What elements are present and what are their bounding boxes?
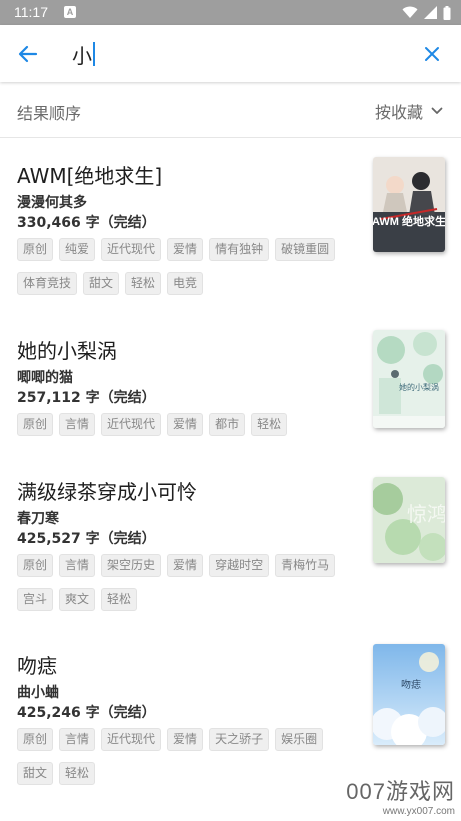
tag[interactable]: 纯爱 — [59, 238, 96, 261]
tag[interactable]: 爱情 — [167, 554, 204, 577]
tag[interactable]: 甜文 — [83, 272, 120, 295]
book-author: 春刀寒 — [17, 511, 59, 527]
tag[interactable]: 宫斗 — [17, 588, 54, 611]
tag[interactable]: 娱乐圈 — [275, 728, 324, 751]
book-title: 吻痣 — [17, 654, 57, 678]
status-bar: 11:17 A — [0, 0, 461, 25]
tag-list: 原创 言情 架空历史 爱情 穿越时空 青梅竹马 宫斗 爽文 轻松 — [17, 554, 347, 611]
tag[interactable]: 轻松 — [59, 762, 96, 785]
back-button[interactable] — [10, 39, 46, 69]
cover-title-text: 吻痣 — [401, 678, 421, 691]
tag[interactable]: 言情 — [59, 554, 96, 577]
sort-dropdown[interactable]: 按收藏 — [375, 99, 443, 123]
cover-art-lihuo: 她的小梨涡 — [373, 330, 445, 428]
search-query: 小 — [72, 43, 92, 68]
tag[interactable]: 爱情 — [167, 238, 204, 261]
book-title: 她的小梨涡 — [17, 339, 117, 363]
cover-art-wenzhi: 吻痣 — [373, 644, 445, 745]
tag[interactable]: 甜文 — [17, 762, 54, 785]
watermark-brand: 007游戏网 — [346, 779, 455, 804]
sort-label: 结果顺序 — [17, 104, 82, 123]
tag[interactable]: 原创 — [17, 728, 54, 751]
book-word-count: 425,246 字（完结） — [17, 705, 156, 721]
book-item[interactable]: AWM[绝地求生] 漫漫何其多 330,466 字（完结） 原创 纯爱 近代现代… — [0, 140, 461, 310]
wifi-icon — [402, 6, 418, 18]
book-word-count: 425,527 字（完结） — [17, 531, 156, 547]
book-word-count: 330,466 字（完结） — [17, 215, 156, 231]
tag[interactable]: 情有独钟 — [209, 238, 270, 261]
search-input[interactable]: 小 — [72, 40, 402, 68]
close-icon — [425, 47, 439, 61]
text-cursor — [93, 42, 95, 66]
book-title: 满级绿茶穿成小可怜 — [17, 480, 197, 504]
book-cover[interactable]: 吻痣 — [373, 644, 445, 745]
tag[interactable]: 体育竞技 — [17, 272, 78, 295]
tag[interactable]: 言情 — [59, 413, 96, 436]
cover-art-awm: AWM 绝地求生 — [373, 157, 445, 252]
cover-title-text: 她的小梨涡 — [399, 382, 439, 392]
tag[interactable]: 破镜重圆 — [275, 238, 336, 261]
tag[interactable]: 近代现代 — [101, 238, 162, 261]
tag[interactable]: 爱情 — [167, 728, 204, 751]
cover-art-jinghong: 惊鸿 — [373, 477, 445, 563]
sort-row: 结果顺序 按收藏 — [0, 82, 461, 138]
tag[interactable]: 轻松 — [125, 272, 162, 295]
tag[interactable]: 轻松 — [101, 588, 138, 611]
battery-icon — [443, 5, 451, 20]
tag[interactable]: 轻松 — [251, 413, 288, 436]
tag[interactable]: 原创 — [17, 554, 54, 577]
tag[interactable]: 近代现代 — [101, 728, 162, 751]
arrow-left-icon — [18, 45, 38, 63]
tag[interactable]: 原创 — [17, 413, 54, 436]
watermark-url: www.yx007.com — [382, 806, 455, 817]
tag[interactable]: 电竞 — [167, 272, 204, 295]
tag[interactable]: 近代现代 — [101, 413, 162, 436]
book-author: 唧唧的猫 — [17, 370, 73, 386]
signal-icon — [424, 6, 437, 19]
tag-list: 原创 言情 近代现代 爱情 天之骄子 娱乐圈 甜文 轻松 — [17, 728, 347, 785]
tag[interactable]: 爽文 — [59, 588, 96, 611]
tag[interactable]: 言情 — [59, 728, 96, 751]
book-cover[interactable]: AWM 绝地求生 — [373, 157, 445, 252]
book-cover[interactable]: 她的小梨涡 — [373, 330, 445, 428]
tag-list: 原创 纯爱 近代现代 爱情 情有独钟 破镜重圆 体育竞技 甜文 轻松 电竞 — [17, 238, 347, 295]
status-icons — [402, 5, 451, 20]
book-word-count: 257,112 字（完结） — [17, 390, 156, 406]
book-author: 曲小蛐 — [17, 685, 59, 701]
book-cover[interactable]: 惊鸿 — [373, 477, 445, 563]
tag[interactable]: 穿越时空 — [209, 554, 270, 577]
tag[interactable]: 爱情 — [167, 413, 204, 436]
clear-search-button[interactable] — [417, 39, 447, 69]
book-author: 漫漫何其多 — [17, 195, 87, 211]
cover-title-text: 惊鸿 — [407, 502, 445, 526]
tag[interactable]: 都市 — [209, 413, 246, 436]
tag[interactable]: 原创 — [17, 238, 54, 261]
tag-list: 原创 言情 近代现代 爱情 都市 轻松 — [17, 413, 347, 436]
cover-title-text: AWM 绝地求生 — [373, 214, 445, 228]
book-title: AWM[绝地求生] — [17, 164, 163, 188]
book-item[interactable]: 她的小梨涡 唧唧的猫 257,112 字（完结） 原创 言情 近代现代 爱情 都… — [0, 318, 461, 454]
watermark: 007游戏网 www.yx007.com — [346, 774, 455, 817]
tag[interactable]: 青梅竹马 — [275, 554, 336, 577]
notification-icon: A — [64, 6, 76, 18]
tag[interactable]: 天之骄子 — [209, 728, 270, 751]
status-time: 11:17 — [14, 4, 48, 20]
tag[interactable]: 架空历史 — [101, 554, 162, 577]
search-bar: 小 — [0, 25, 461, 82]
chevron-down-icon — [431, 107, 443, 114]
sort-selected: 按收藏 — [374, 103, 423, 122]
book-item[interactable]: 满级绿茶穿成小可怜 春刀寒 425,527 字（完结） 原创 言情 架空历史 爱… — [0, 459, 461, 629]
